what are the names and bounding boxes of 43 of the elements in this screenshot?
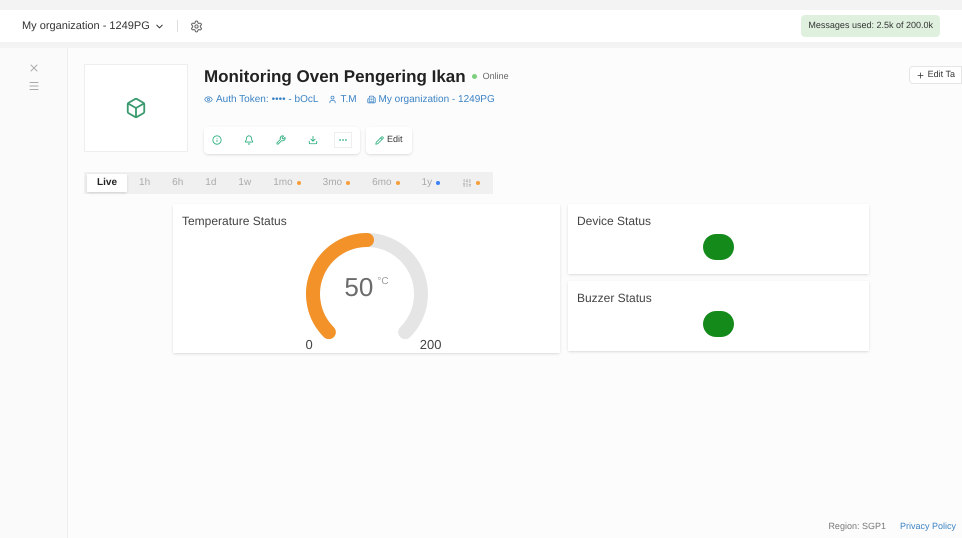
download-icon[interactable] — [308, 135, 318, 145]
device-title: Monitoring Oven Pengering Ikan — [204, 66, 466, 88]
time-range-tab[interactable]: 1y — [412, 174, 450, 192]
cube-icon — [125, 97, 147, 119]
time-range-tab[interactable]: 1h — [129, 174, 160, 192]
owner-link[interactable]: T.M — [340, 92, 357, 106]
time-range-tab[interactable]: 3mo — [312, 174, 360, 192]
edit-button[interactable]: Edit — [366, 126, 412, 154]
messages-usage-badge: Messages used: 2.5k of 200.0k — [801, 15, 940, 37]
time-range-tab[interactable]: 1d — [195, 174, 226, 192]
plus-icon — [916, 70, 925, 80]
pencil-icon — [375, 136, 384, 144]
auth-token-value[interactable]: •••• - bOcL — [272, 92, 318, 106]
time-range-tab[interactable]: 1mo — [263, 174, 311, 192]
info-icon[interactable] — [212, 135, 222, 145]
card-title: Device Status — [577, 212, 652, 230]
settings-icon[interactable] — [190, 20, 203, 32]
eye-icon — [204, 94, 213, 104]
bell-icon[interactable] — [244, 135, 254, 145]
card-title: Buzzer Status — [577, 290, 653, 306]
gauge-min: 0 — [306, 338, 313, 350]
time-range-tab[interactable]: 6h — [162, 174, 194, 192]
time-range-tab[interactable]: 1w — [228, 174, 262, 192]
status-text: Online — [482, 70, 509, 83]
organization-dropdown[interactable]: My organization - 1249PG — [22, 18, 165, 34]
gauge-value: 50 — [344, 274, 374, 300]
menu-icon[interactable] — [28, 80, 40, 92]
gauge-max: 200 — [420, 338, 442, 350]
time-range-tab[interactable]: Live — [87, 174, 128, 192]
user-icon — [328, 94, 338, 104]
auth-token-label: Auth Token: — [216, 92, 269, 106]
more-button[interactable] — [334, 132, 352, 148]
organization-link[interactable]: My organization - 1249PG — [378, 92, 495, 106]
region-label: Region: SGP1 — [828, 520, 886, 533]
card-title: Temperature Status — [182, 212, 288, 230]
close-icon[interactable] — [28, 62, 40, 74]
time-range-tab[interactable]: 6mo — [362, 174, 410, 192]
privacy-policy-link[interactable]: Privacy Policy — [900, 520, 956, 533]
wrench-icon[interactable] — [276, 135, 286, 145]
edit-tags-button[interactable]: Edit Ta — [908, 66, 962, 84]
gauge-unit: °C — [377, 274, 389, 288]
sliders-icon — [462, 178, 472, 188]
building-icon — [366, 94, 376, 104]
